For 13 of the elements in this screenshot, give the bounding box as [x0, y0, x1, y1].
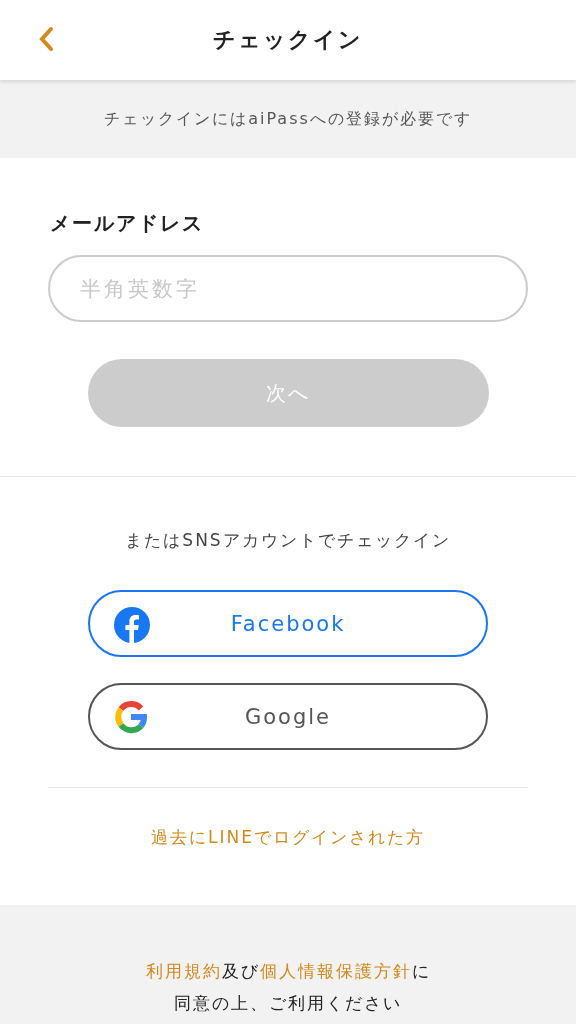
google-logo-icon	[114, 700, 148, 734]
agreement-text: 利用規約及び個人情報保護方針に 同意の上、ご利用ください	[145, 960, 431, 1015]
privacy-policy-link[interactable]: 個人情報保護方針	[259, 961, 412, 981]
notice-banner: チェックインにはaiPassへの登録が必要です	[0, 80, 576, 158]
sns-login-button[interactable]: Facebook	[88, 590, 488, 657]
chevron-left-icon	[38, 26, 54, 52]
page-title: チェックイン	[213, 26, 363, 54]
field-label: メールアドレス	[50, 210, 204, 237]
terms-link[interactable]: 利用規約	[145, 961, 222, 981]
facebook-logo-icon	[114, 607, 150, 643]
line-login-link[interactable]: 過去にLINEでログインされた方	[151, 826, 425, 849]
sns-caption: またはSNSアカウントでチェックイン	[125, 529, 451, 552]
sns-login-button[interactable]: Google	[88, 683, 488, 750]
